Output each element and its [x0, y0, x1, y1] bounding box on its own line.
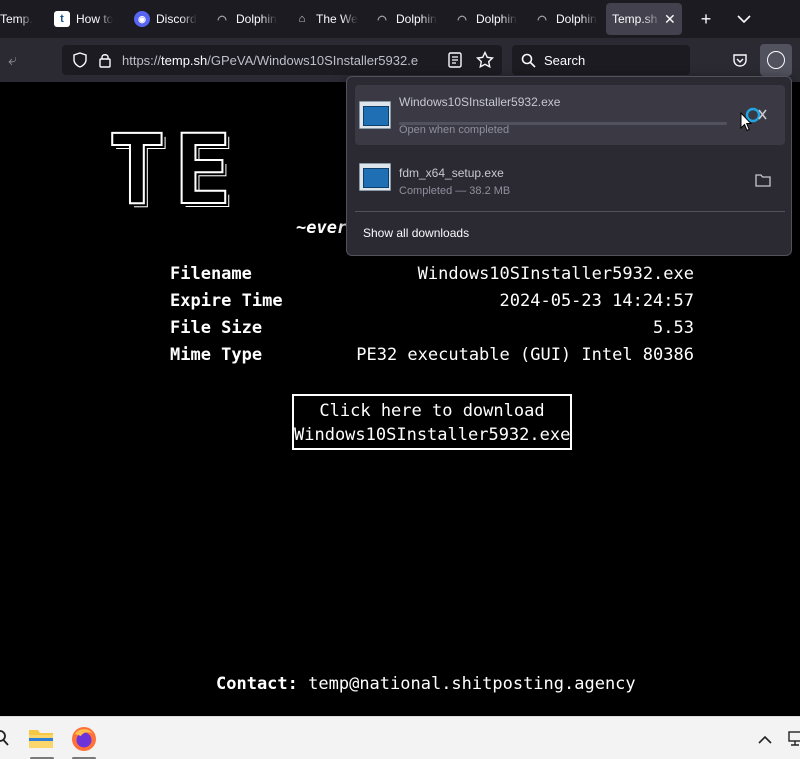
search-icon	[521, 53, 536, 68]
tab-label: The We	[316, 12, 358, 26]
bookmark-star-icon[interactable]	[476, 51, 494, 69]
tagline: ~ever	[296, 218, 348, 238]
info-row-filename: Filename Windows10SInstaller5932.exe	[170, 260, 694, 287]
tab-label: Temp.sh	[612, 12, 658, 26]
download-button-line1: Click here to download	[319, 401, 545, 421]
info-value: PE32 executable (GUI) Intel 80386	[356, 344, 694, 365]
new-tab-button[interactable]: +	[692, 5, 720, 33]
downloads-separator	[355, 211, 785, 212]
lock-icon[interactable]	[98, 52, 112, 68]
downloads-button[interactable]	[760, 44, 792, 76]
tab-how-to[interactable]: t How to	[48, 3, 128, 35]
firefox-icon[interactable]	[71, 726, 97, 757]
download-file-button[interactable]: Click here to download Windows10SInstall…	[292, 394, 572, 450]
url-host: temp.sh	[161, 52, 208, 68]
dolphin-icon: ◠	[457, 13, 467, 26]
url-text: https://temp.sh/GPeVA/Windows10SInstalle…	[122, 53, 438, 68]
reload-icon[interactable]: ⤶	[8, 52, 17, 70]
tab-label: Dolphin	[396, 12, 437, 26]
downloads-panel: Windows10SInstaller5932.exe Open when co…	[346, 76, 792, 256]
exe-file-icon	[359, 101, 391, 129]
search-bar[interactable]: Search	[512, 45, 690, 75]
discord-icon: ◉	[134, 11, 150, 27]
tab-discord[interactable]: ◉ Discord	[128, 3, 208, 35]
download-status: Open when completed	[399, 124, 510, 136]
contact-label: Contact:	[216, 674, 298, 694]
tab-label: How to	[76, 12, 114, 26]
download-filename: Windows10SInstaller5932.exe	[399, 95, 561, 109]
tab-label: Temp.	[0, 12, 33, 26]
info-value: Windows10SInstaller5932.exe	[417, 263, 694, 284]
mouse-cursor-icon	[740, 111, 753, 137]
dolphin-icon: ◠	[537, 13, 547, 26]
info-key: Filename	[170, 263, 252, 284]
info-row-mime-type: Mime Type PE32 executable (GUI) Intel 80…	[170, 341, 694, 368]
info-value: 5.53	[653, 317, 694, 338]
dolphin-icon: ◠	[377, 13, 387, 26]
tab-dolphin-1[interactable]: ◠ Dolphin	[208, 3, 288, 35]
tab-label: Dolphin	[236, 12, 277, 26]
show-all-downloads-link[interactable]: Show all downloads	[363, 226, 469, 240]
download-item-completed[interactable]: fdm_x64_setup.exe Completed — 38.2 MB	[355, 149, 785, 209]
download-status: Completed — 38.2 MB	[399, 185, 511, 197]
file-explorer-icon[interactable]	[28, 727, 54, 754]
system-tray-chevron-up-icon[interactable]	[758, 732, 772, 750]
tab-label: Dolphin	[476, 12, 517, 26]
list-all-tabs-chevron-icon[interactable]	[730, 5, 758, 33]
download-filename: fdm_x64_setup.exe	[399, 166, 504, 180]
show-in-folder-icon[interactable]	[755, 173, 771, 192]
tab-the-we[interactable]: ⌂ The We	[288, 3, 368, 35]
download-button-line2: Windows10SInstaller5932.exe	[294, 425, 571, 445]
tab-label: Dolphin	[556, 12, 597, 26]
url-scheme: https://	[122, 52, 162, 68]
tab-temp-sh[interactable]: Temp.sh ✕	[606, 3, 682, 35]
reader-view-icon[interactable]	[448, 52, 462, 68]
taskbar-search-icon[interactable]	[0, 729, 10, 752]
info-row-expire-time: Expire Time 2024-05-23 14:24:57	[170, 287, 694, 314]
exe-file-icon	[359, 163, 391, 191]
tumblr-icon: t	[54, 11, 70, 27]
dolphin-icon: ◠	[217, 13, 227, 26]
info-key: Expire Time	[170, 290, 283, 311]
tab-temp[interactable]: Temp.	[0, 3, 48, 35]
contact-line: Contact: temp@national.shitposting.agenc…	[216, 674, 636, 694]
download-item-active[interactable]: Windows10SInstaller5932.exe Open when co…	[355, 85, 785, 145]
tab-dolphin-2[interactable]: ◠ Dolphin	[368, 3, 448, 35]
shield-icon[interactable]	[72, 52, 88, 68]
windows-taskbar	[0, 716, 800, 759]
file-info-table: Filename Windows10SInstaller5932.exe Exp…	[170, 260, 694, 368]
network-icon[interactable]	[788, 731, 800, 752]
info-key: File Size	[170, 317, 263, 338]
info-key: Mime Type	[170, 344, 263, 365]
search-placeholder: Search	[544, 52, 586, 68]
contact-email[interactable]: temp@national.shitposting.agency	[308, 674, 636, 694]
downloads-progress-icon	[767, 51, 785, 69]
tab-dolphin-3[interactable]: ◠ Dolphin	[448, 3, 528, 35]
tab-strip: Temp. t How to ◉ Discord ◠ Dolphin ⌂ The…	[0, 0, 800, 38]
info-value: 2024-05-23 14:24:57	[499, 290, 694, 311]
tab-dolphin-4[interactable]: ◠ Dolphin	[528, 3, 604, 35]
url-bar[interactable]: https://temp.sh/GPeVA/Windows10SInstalle…	[62, 45, 502, 75]
site-logo: TE	[107, 114, 240, 226]
url-path: /GPeVA/Windows10SInstaller5932.e	[207, 52, 419, 68]
info-row-file-size: File Size 5.53	[170, 314, 694, 341]
museum-icon: ⌂	[298, 13, 306, 25]
tab-label: Discord	[156, 12, 197, 26]
close-tab-icon[interactable]: ✕	[664, 11, 678, 28]
pocket-icon[interactable]	[732, 52, 748, 68]
